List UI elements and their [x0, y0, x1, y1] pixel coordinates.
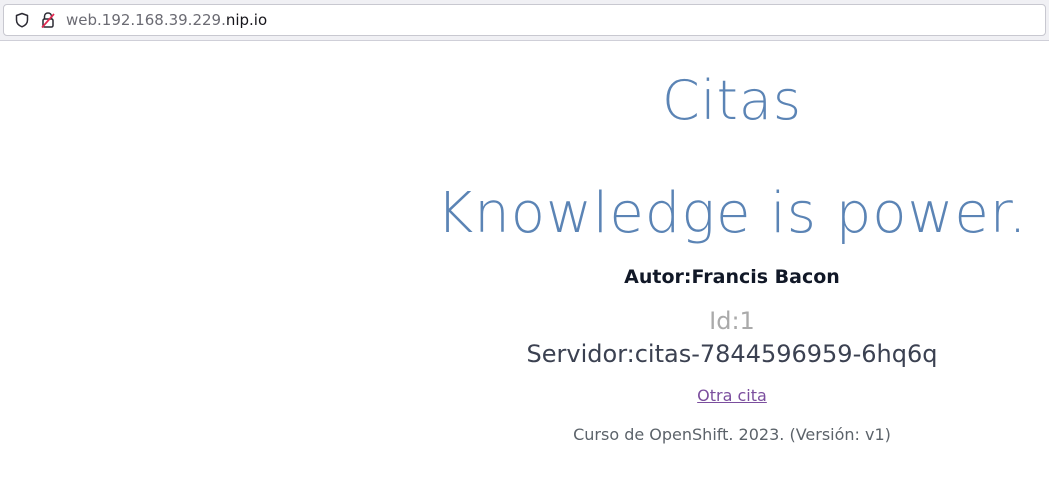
- page-title: Citas: [661, 69, 803, 132]
- another-quote-link[interactable]: Otra cita: [697, 386, 767, 405]
- server-name: Servidor:citas-7844596959-6hq6q: [526, 340, 938, 368]
- address-bar[interactable]: web.192.168.39.229.nip.io: [3, 4, 1046, 36]
- another-quote-container: Otra cita: [415, 386, 1049, 406]
- author-name: Francis Bacon: [691, 266, 840, 288]
- browser-toolbar: web.192.168.39.229.nip.io: [0, 0, 1049, 41]
- url-prefix: web.192.168.39.229.: [66, 11, 226, 29]
- url-host: nip.io: [225, 11, 268, 29]
- shield-icon[interactable]: [14, 12, 30, 28]
- footer: Curso de OpenShift. 2023. (Versión: v1): [573, 425, 891, 444]
- quote-id: Id:1: [709, 307, 755, 335]
- quote-text: Knowledge is power.: [436, 181, 1028, 246]
- author-label: Autor:: [624, 266, 692, 288]
- quote-author: Autor:Francis Bacon: [415, 265, 1049, 289]
- page-content: Citas Knowledge is power. Autor:Francis …: [0, 41, 1049, 480]
- insecure-lock-icon[interactable]: [40, 11, 56, 29]
- url-text[interactable]: web.192.168.39.229.nip.io: [66, 11, 267, 29]
